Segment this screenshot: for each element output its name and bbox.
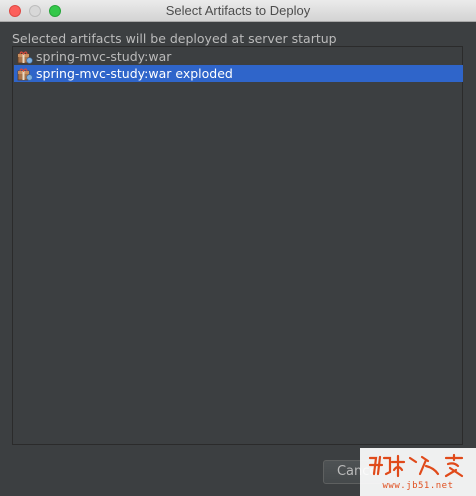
- watermark-url: www.jb51.net: [382, 481, 454, 491]
- artifact-label: spring-mvc-study:war: [36, 49, 172, 64]
- artifact-label: spring-mvc-study:war exploded: [36, 66, 233, 81]
- watermark: www.jb51.net: [360, 448, 476, 496]
- dialog-description: Selected artifacts will be deployed at s…: [12, 31, 337, 46]
- artifact-row-war-exploded[interactable]: spring-mvc-study:war exploded: [14, 65, 463, 82]
- artifact-icon: [17, 67, 33, 81]
- artifact-list[interactable]: spring-mvc-study:war spring-mvc-study:wa…: [12, 46, 463, 445]
- select-artifacts-dialog: Select Artifacts to Deploy Selected arti…: [0, 0, 476, 496]
- window-title: Select Artifacts to Deploy: [165, 3, 311, 18]
- site-logo-watermark: [368, 453, 464, 478]
- artifact-row-war[interactable]: spring-mvc-study:war: [14, 48, 463, 65]
- title-bar[interactable]: Select Artifacts to Deploy: [0, 0, 476, 22]
- artifact-icon: [17, 50, 33, 64]
